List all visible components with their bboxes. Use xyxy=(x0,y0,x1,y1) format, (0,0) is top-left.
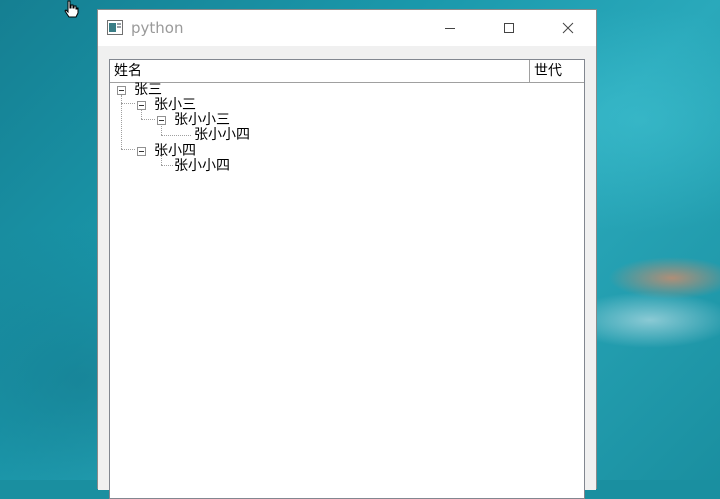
tree-header: 姓名 世代 xyxy=(110,60,584,83)
tree-widget[interactable]: 姓名 世代 张三 张小三 张小小三 张小小四 张小四 张小小四 xyxy=(109,59,585,499)
tree-branch-line xyxy=(161,165,173,166)
tree-branch-line xyxy=(121,103,135,104)
tree-node[interactable]: 张小三 xyxy=(154,98,196,113)
column-header-generation[interactable]: 世代 xyxy=(530,60,584,82)
window-client-area: 姓名 世代 张三 张小三 张小小三 张小小四 张小四 张小小四 xyxy=(98,46,596,499)
collapse-toggle[interactable] xyxy=(137,147,146,156)
tree-branch-line xyxy=(161,135,191,136)
tree-node[interactable]: 张三 xyxy=(134,83,162,98)
collapse-toggle[interactable] xyxy=(157,116,166,125)
close-icon xyxy=(562,22,574,34)
tree-branch-line xyxy=(161,126,162,135)
tree-node[interactable]: 张小小三 xyxy=(174,113,230,128)
collapse-toggle[interactable] xyxy=(137,101,146,110)
title-bar[interactable]: python xyxy=(98,10,596,46)
maximize-button[interactable] xyxy=(479,10,539,46)
app-window: python 姓名 世代 张三 张小三 张小小三 张小小四 张小四 张小小四 xyxy=(97,9,597,499)
app-icon xyxy=(107,20,123,35)
tree-node[interactable]: 张小四 xyxy=(154,144,196,159)
tree-branch-line xyxy=(141,119,155,120)
close-button[interactable] xyxy=(538,10,598,46)
tree-branch-line xyxy=(121,149,135,150)
column-header-name[interactable]: 姓名 xyxy=(110,60,530,82)
minimize-icon xyxy=(445,28,455,29)
tree-node[interactable]: 张小小四 xyxy=(194,128,250,143)
tree-branch-line xyxy=(141,110,142,119)
maximize-icon xyxy=(504,23,514,33)
tree-body: 张三 张小三 张小小三 张小小四 张小四 张小小四 xyxy=(110,83,584,498)
tree-node[interactable]: 张小小四 xyxy=(174,159,230,174)
collapse-toggle[interactable] xyxy=(117,86,126,95)
window-title: python xyxy=(131,19,184,37)
hand-cursor-icon xyxy=(64,0,79,18)
minimize-button[interactable] xyxy=(420,10,480,46)
